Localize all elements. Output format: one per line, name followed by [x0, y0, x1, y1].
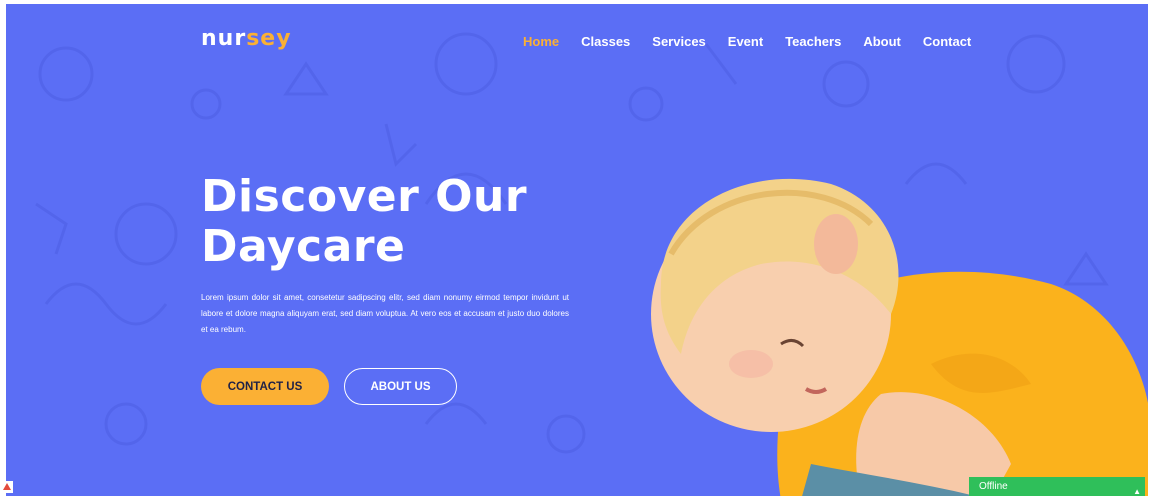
brand-logo[interactable]: nursey: [201, 26, 292, 51]
nav-contact[interactable]: Contact: [923, 34, 971, 49]
about-us-button[interactable]: ABOUT US: [344, 368, 457, 405]
nav-teachers[interactable]: Teachers: [785, 34, 841, 49]
chat-status: Offline: [979, 481, 1008, 492]
hero-section: nursey Home Classes Services Event Teach…: [6, 4, 1148, 496]
chevron-up-icon: ▲: [1133, 487, 1141, 496]
hero-title-line1: Discover Our: [201, 171, 528, 222]
hero-title: Discover Our Daycare: [201, 172, 527, 272]
nav-about[interactable]: About: [863, 34, 901, 49]
contact-us-button[interactable]: CONTACT US: [201, 368, 329, 405]
main-nav: Home Classes Services Event Teachers Abo…: [523, 34, 993, 49]
chat-widget[interactable]: Offline ▲: [969, 477, 1145, 496]
browser-extension-icon[interactable]: [0, 480, 14, 494]
child-photo: [651, 178, 1148, 496]
nav-home[interactable]: Home: [523, 34, 559, 49]
hero-title-line2: Daycare: [201, 221, 406, 272]
nav-classes[interactable]: Classes: [581, 34, 630, 49]
nav-services[interactable]: Services: [652, 34, 706, 49]
logo-text-part2: sey: [246, 26, 292, 51]
hero-paragraph: Lorem ipsum dolor sit amet, consetetur s…: [201, 293, 569, 334]
nav-event[interactable]: Event: [728, 34, 763, 49]
logo-text-part1: nur: [201, 26, 247, 51]
